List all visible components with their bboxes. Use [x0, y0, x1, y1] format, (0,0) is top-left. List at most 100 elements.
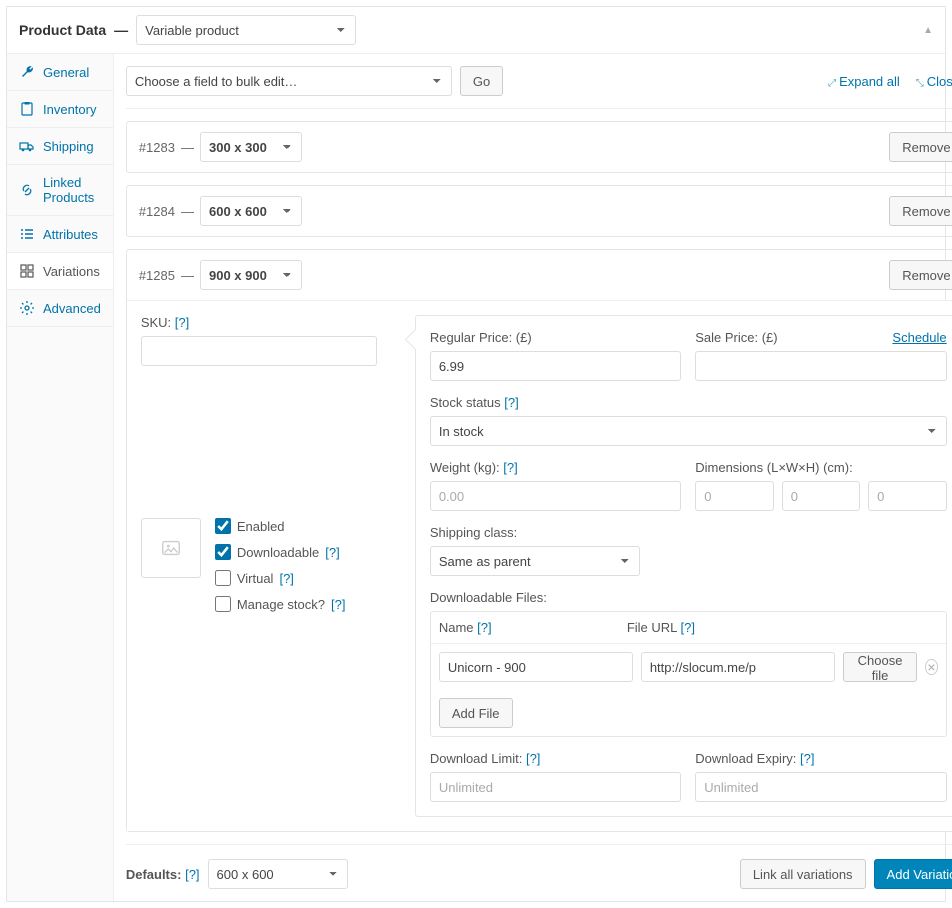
variation-left-column: SKU: [?] Enabled: [141, 315, 401, 817]
panel-header: Product Data — Variable product ▲: [7, 7, 945, 54]
variation-image-upload[interactable]: [141, 518, 201, 578]
downloadable-checkbox-row[interactable]: Downloadable [?]: [215, 544, 346, 560]
regular-price-label: Regular Price: (£): [430, 330, 681, 345]
downloadable-checkbox[interactable]: [215, 544, 231, 560]
remove-button[interactable]: Remove: [889, 260, 952, 290]
help-icon[interactable]: [?]: [681, 620, 695, 635]
variation-body: SKU: [?] Enabled: [127, 300, 952, 831]
tab-linked-products[interactable]: Linked Products: [7, 165, 113, 216]
file-name-input[interactable]: [439, 652, 633, 682]
content-area: Choose a field to bulk edit… Go ⤢Expand …: [114, 54, 952, 901]
grid-icon: [19, 263, 35, 279]
variation-size-select[interactable]: 600 x 600: [200, 196, 302, 226]
dimensions-label: Dimensions (L×W×H) (cm):: [695, 460, 946, 475]
file-table-header: Name [?] File URL [?]: [431, 612, 946, 644]
file-name-header: Name [?]: [439, 620, 619, 635]
sale-price-input[interactable]: [695, 351, 946, 381]
stock-status-select[interactable]: In stock: [430, 416, 947, 446]
tab-label: Variations: [43, 264, 100, 279]
weight-input[interactable]: [430, 481, 681, 511]
variation-header[interactable]: #1283 — 300 x 300 Remove: [127, 122, 952, 172]
go-button[interactable]: Go: [460, 66, 503, 96]
remove-button[interactable]: Remove: [889, 196, 952, 226]
enabled-checkbox-row[interactable]: Enabled: [215, 518, 346, 534]
file-url-input[interactable]: [641, 652, 835, 682]
product-type-select[interactable]: Variable product: [136, 15, 356, 45]
download-expiry-input[interactable]: [695, 772, 946, 802]
image-placeholder-icon: [160, 537, 182, 559]
tab-attributes[interactable]: Attributes: [7, 216, 113, 253]
file-row: Choose file ×: [431, 644, 946, 690]
help-icon[interactable]: [?]: [325, 545, 339, 560]
length-input[interactable]: [695, 481, 773, 511]
enabled-label: Enabled: [237, 519, 285, 534]
gear-icon: [19, 300, 35, 316]
tab-general[interactable]: General: [7, 54, 113, 91]
help-icon[interactable]: [?]: [279, 571, 293, 586]
tab-advanced[interactable]: Advanced: [7, 290, 113, 327]
tab-shipping[interactable]: Shipping: [7, 128, 113, 165]
variation-dash: —: [181, 268, 194, 283]
help-icon[interactable]: [?]: [331, 597, 345, 612]
tab-label: Linked Products: [43, 175, 101, 205]
bulk-toolbar: Choose a field to bulk edit… Go ⤢Expand …: [126, 66, 952, 109]
help-icon[interactable]: [?]: [477, 620, 491, 635]
stock-status-label: Stock status [?]: [430, 395, 947, 410]
tab-label: Shipping: [43, 139, 94, 154]
variation-header[interactable]: #1285 — 900 x 900 Remove: [127, 250, 952, 300]
regular-price-input[interactable]: [430, 351, 681, 381]
enabled-checkbox[interactable]: [215, 518, 231, 534]
height-input[interactable]: [868, 481, 946, 511]
expand-all-link[interactable]: ⤢Expand all: [828, 74, 900, 89]
variation-size-select[interactable]: 900 x 900: [200, 260, 302, 290]
choose-file-button[interactable]: Choose file: [843, 652, 917, 682]
manage-stock-checkbox[interactable]: [215, 596, 231, 612]
help-icon[interactable]: [?]: [526, 751, 540, 766]
bulk-edit-select[interactable]: Choose a field to bulk edit…: [126, 66, 452, 96]
virtual-label: Virtual: [237, 571, 274, 586]
sku-input[interactable]: [141, 336, 377, 366]
help-icon[interactable]: [?]: [800, 751, 814, 766]
close-all-link[interactable]: ⤡Close all: [916, 74, 952, 89]
help-icon[interactable]: [?]: [175, 315, 189, 330]
clipboard-icon: [19, 101, 35, 117]
variation-id: #1283: [139, 140, 175, 155]
variation-dash: —: [181, 140, 194, 155]
variation-header[interactable]: #1284 — 600 x 600 Remove: [127, 186, 952, 236]
file-table-footer: Add File: [431, 690, 946, 736]
panel-title: Product Data: [19, 22, 106, 38]
product-data-panel: Product Data — Variable product ▲ Genera…: [6, 6, 946, 902]
link-all-variations-button[interactable]: Link all variations: [740, 859, 866, 889]
sku-label: SKU: [?]: [141, 315, 401, 330]
schedule-link[interactable]: Schedule: [892, 330, 946, 345]
virtual-checkbox-row[interactable]: Virtual [?]: [215, 570, 346, 586]
help-icon[interactable]: [?]: [503, 460, 517, 475]
wrench-icon: [19, 64, 35, 80]
downloadable-label: Downloadable: [237, 545, 319, 560]
help-icon[interactable]: [?]: [185, 867, 199, 882]
collapse-icon: ⤡: [916, 78, 924, 89]
variation-id: #1285: [139, 268, 175, 283]
remove-button[interactable]: Remove: [889, 132, 952, 162]
help-icon[interactable]: [?]: [504, 395, 518, 410]
shipping-class-label: Shipping class:: [430, 525, 640, 540]
variation-id: #1284: [139, 204, 175, 219]
tab-label: Attributes: [43, 227, 98, 242]
variation-dash: —: [181, 204, 194, 219]
add-variation-button[interactable]: Add Variation: [874, 859, 952, 889]
delete-file-icon[interactable]: ×: [925, 659, 937, 675]
virtual-checkbox[interactable]: [215, 570, 231, 586]
variation-options-block: Enabled Downloadable [?] Virtual: [141, 518, 401, 612]
variation-size-select[interactable]: 300 x 300: [200, 132, 302, 162]
variation-row: #1284 — 600 x 600 Remove: [126, 185, 952, 237]
add-file-button[interactable]: Add File: [439, 698, 513, 728]
collapse-toggle-icon[interactable]: ▲: [923, 25, 933, 36]
tab-variations[interactable]: Variations: [7, 253, 113, 290]
width-input[interactable]: [782, 481, 860, 511]
download-limit-input[interactable]: [430, 772, 681, 802]
sidebar: General Inventory Shipping Linked Produc…: [7, 54, 114, 901]
defaults-select[interactable]: 600 x 600: [208, 859, 348, 889]
shipping-class-select[interactable]: Same as parent: [430, 546, 640, 576]
manage-stock-checkbox-row[interactable]: Manage stock? [?]: [215, 596, 346, 612]
tab-inventory[interactable]: Inventory: [7, 91, 113, 128]
